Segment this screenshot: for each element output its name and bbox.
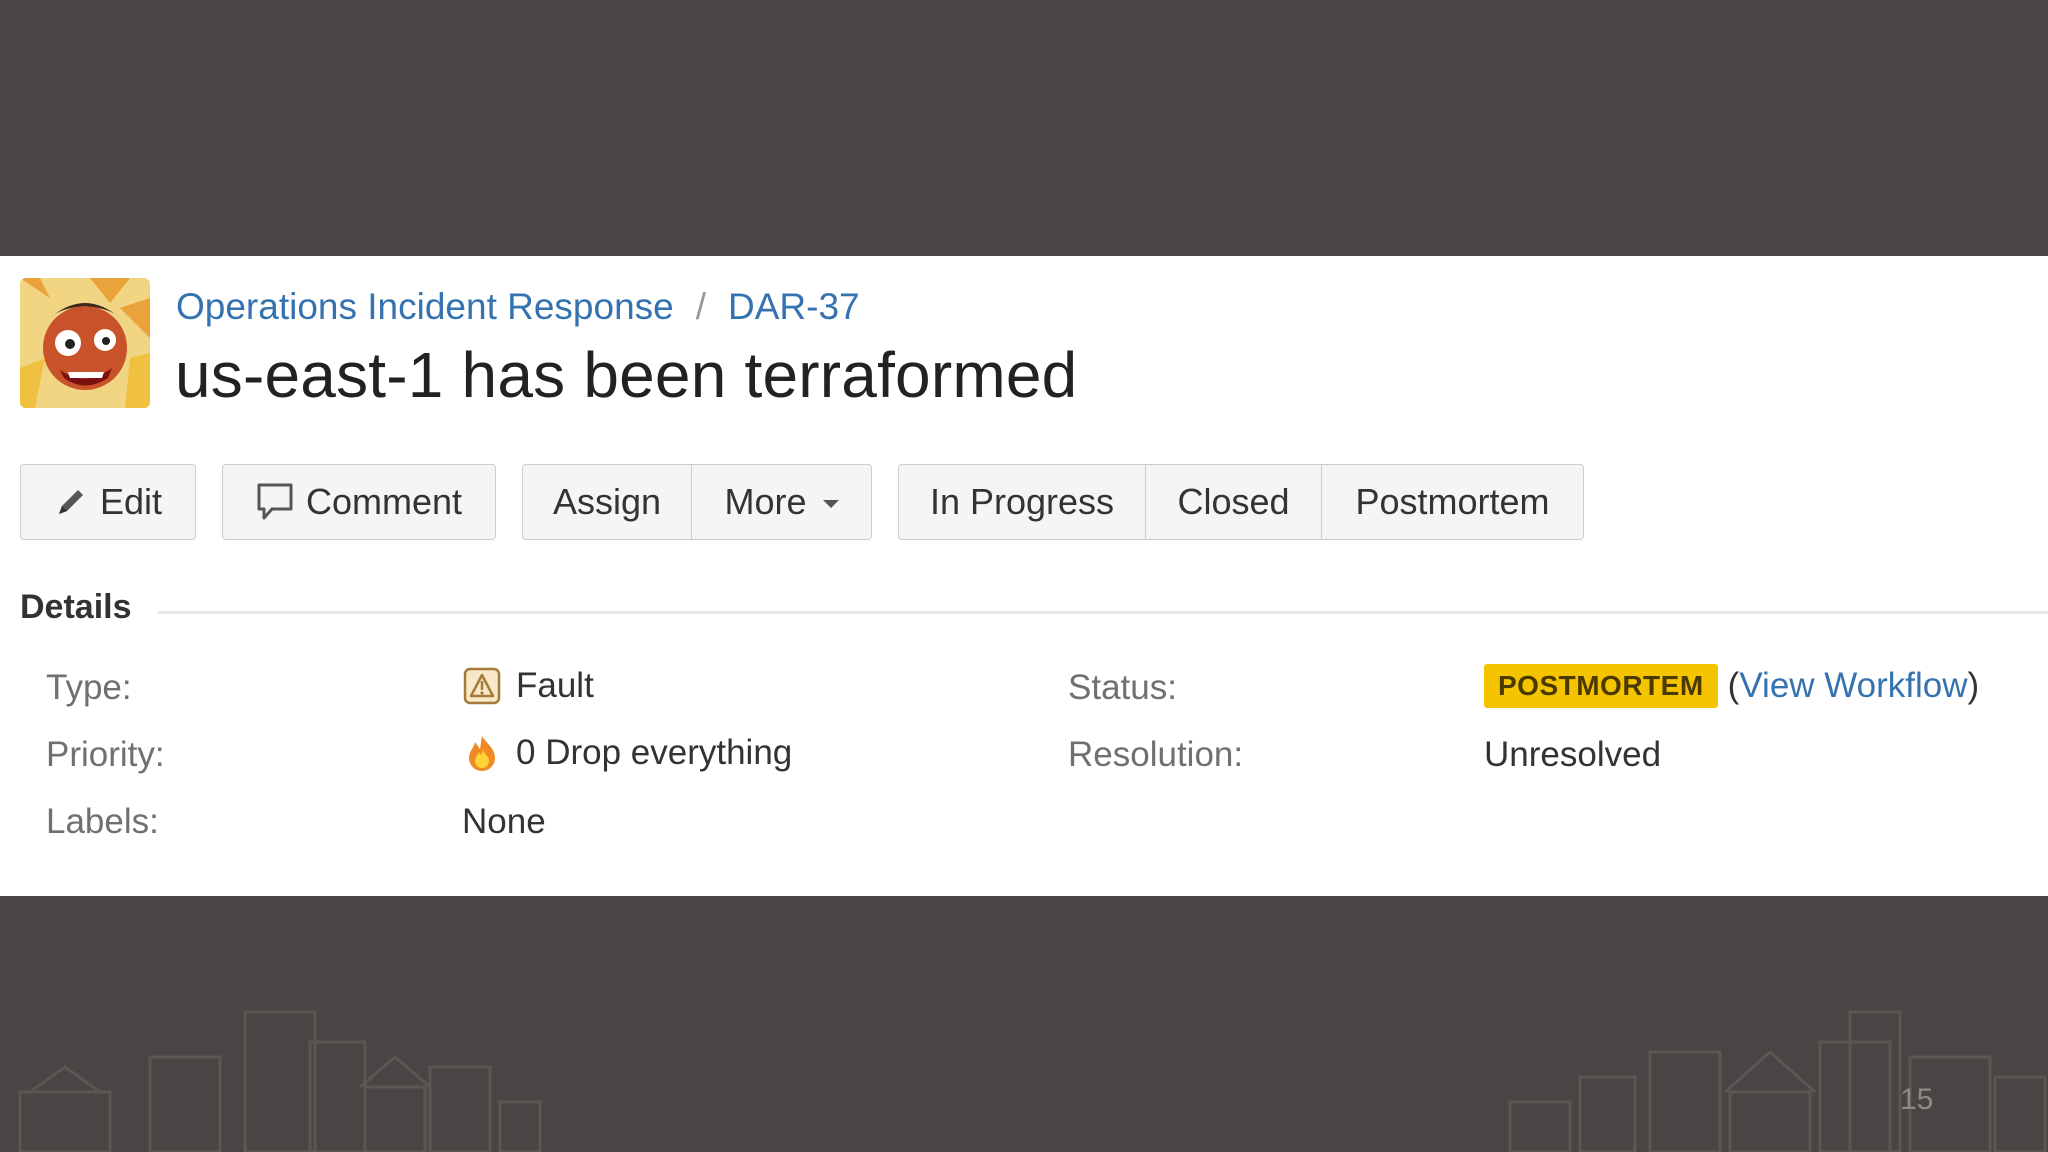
postmortem-button[interactable]: Postmortem: [1322, 464, 1584, 540]
more-button[interactable]: More: [692, 464, 872, 540]
edit-group: Edit: [20, 464, 196, 542]
edit-button[interactable]: Edit: [20, 464, 196, 540]
view-workflow-link[interactable]: View Workflow: [1739, 666, 1967, 706]
details-heading: Details: [20, 588, 132, 626]
closed-button[interactable]: Closed: [1146, 464, 1322, 540]
type-value: Fault: [462, 666, 594, 706]
priority-label: Priority:: [46, 735, 165, 774]
edit-button-label: Edit: [99, 481, 163, 522]
status-badge: POSTMORTEM: [1484, 664, 1718, 708]
speech-bubble-icon: [257, 483, 293, 520]
priority-value: 0 Drop everything: [462, 733, 792, 773]
project-avatar: [20, 278, 150, 408]
issue-title: us-east-1 has been terraformed: [175, 339, 1078, 411]
paren-close: ): [1967, 666, 1980, 705]
type-value-text: Fault: [516, 666, 594, 705]
breadcrumb-project-link[interactable]: Operations Incident Response: [176, 286, 674, 328]
slide-page-number: 15: [1900, 1083, 1934, 1116]
closed-button-label: Closed: [1177, 481, 1290, 522]
resolution-label: Resolution:: [1068, 735, 1244, 774]
city-skyline-decoration: [18, 1010, 2047, 1152]
in-progress-button[interactable]: In Progress: [898, 464, 1146, 540]
more-button-label: More: [724, 481, 807, 522]
assign-button[interactable]: Assign: [522, 464, 692, 540]
comment-button-label: Comment: [305, 481, 463, 522]
status-label: Status:: [1068, 668, 1177, 707]
in-progress-button-label: In Progress: [929, 481, 1115, 522]
breadcrumb: Operations Incident Response / DAR-37: [176, 282, 860, 332]
workflow-group: In Progress Closed Postmortem: [898, 464, 1584, 542]
assign-more-group: Assign More: [522, 464, 872, 542]
comment-group: Comment: [222, 464, 496, 542]
resolution-value: Unresolved: [1484, 735, 1662, 774]
postmortem-button-label: Postmortem: [1355, 481, 1550, 522]
details-divider: [158, 611, 2048, 614]
assign-button-label: Assign: [552, 481, 662, 522]
comment-button[interactable]: Comment: [222, 464, 496, 540]
breadcrumb-issue-key-link[interactable]: DAR-37: [728, 286, 860, 328]
priority-value-text: 0 Drop everything: [516, 733, 793, 772]
type-label: Type:: [46, 668, 132, 707]
breadcrumb-separator: /: [695, 286, 707, 327]
issue-toolbar: Edit Comment Assign More In Progress Clo…: [20, 464, 1610, 542]
paren-open: (: [1727, 666, 1740, 705]
issue-panel: Operations Incident Response / DAR-37 us…: [0, 256, 2048, 896]
labels-label: Labels:: [46, 802, 159, 841]
status-value: POSTMORTEM (View Workflow): [1484, 664, 1979, 708]
pencil-icon: [58, 490, 83, 514]
flame-icon: [469, 736, 495, 771]
fault-icon: [463, 667, 501, 705]
chevron-down-icon: [822, 500, 839, 508]
labels-value: None: [462, 802, 546, 841]
